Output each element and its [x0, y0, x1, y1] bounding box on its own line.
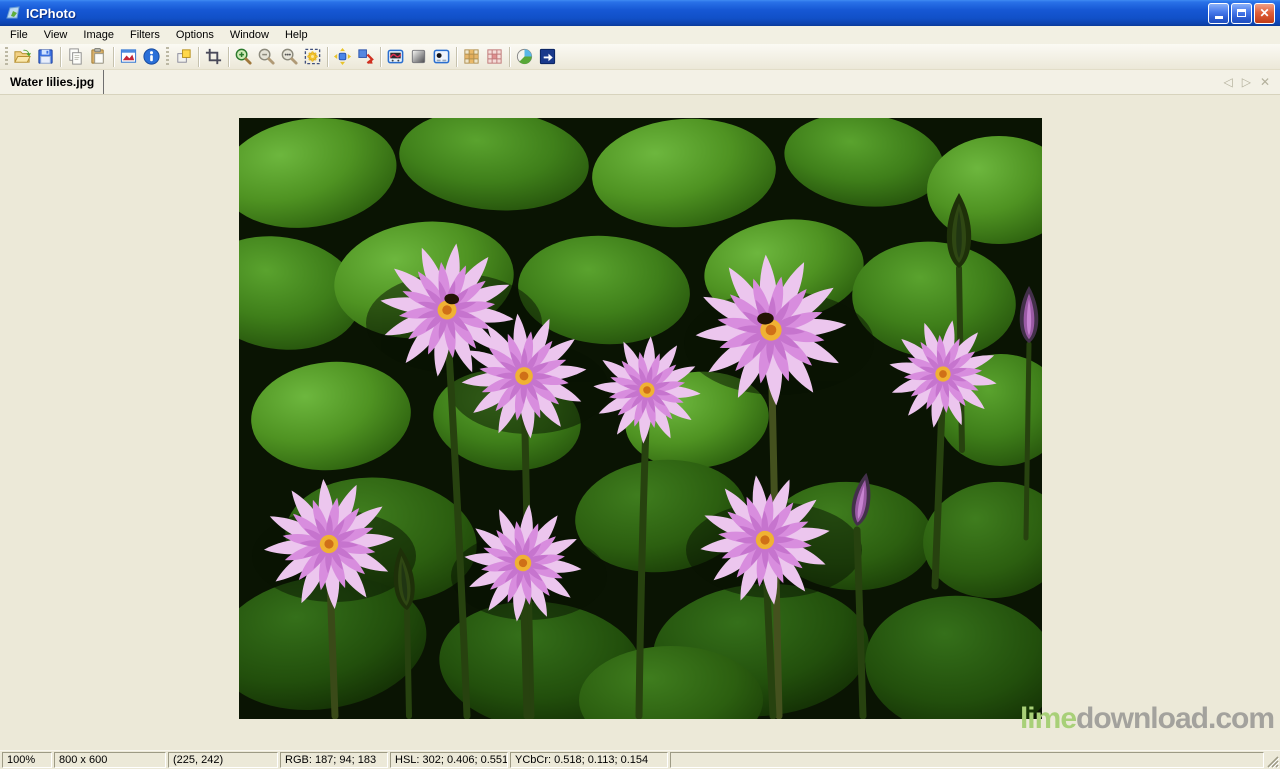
status-spacer — [670, 752, 1264, 768]
zoom-fit-icon — [303, 47, 322, 66]
curves-icon — [386, 47, 405, 66]
toolbar — [0, 44, 1280, 70]
zoom-in-button[interactable] — [232, 45, 255, 68]
grid-cool-icon — [485, 47, 504, 66]
watermark-suffix: download.com — [1076, 702, 1274, 735]
duplicate-button[interactable] — [172, 45, 195, 68]
toolbar-separator — [198, 47, 199, 67]
previous-tab-icon[interactable]: ◁ — [1223, 75, 1232, 89]
pan-button[interactable] — [331, 45, 354, 68]
toolbar-separator — [113, 47, 114, 67]
toolbar-separator — [60, 47, 61, 67]
toolbar-separator — [228, 47, 229, 67]
photo-canvas[interactable] — [239, 118, 1042, 719]
paste-icon — [89, 47, 108, 66]
open-button[interactable] — [11, 45, 34, 68]
menu-options[interactable]: Options — [168, 27, 222, 43]
menu-view[interactable]: View — [36, 27, 76, 43]
status-dimensions: 800 x 600 — [54, 752, 166, 768]
grid-cool-button[interactable] — [483, 45, 506, 68]
paste-button[interactable] — [87, 45, 110, 68]
grid-warm-icon — [462, 47, 481, 66]
open-icon — [13, 47, 32, 66]
status-zoom: 100% — [2, 752, 52, 768]
grid-warm-button[interactable] — [460, 45, 483, 68]
image-properties-button[interactable] — [117, 45, 140, 68]
curves-button[interactable] — [384, 45, 407, 68]
levels-icon — [432, 47, 451, 66]
zoom-out-button[interactable] — [255, 45, 278, 68]
tab-water-lilies[interactable]: Water lilies.jpg — [0, 70, 104, 94]
menu-filters[interactable]: Filters — [122, 27, 168, 43]
watermark: limedownload.com — [1020, 704, 1274, 734]
zoom-actual-button[interactable] — [278, 45, 301, 68]
color-wheel-icon — [515, 47, 534, 66]
crop-icon — [204, 47, 223, 66]
navigator-button[interactable] — [536, 45, 559, 68]
toolbar-gripper[interactable] — [166, 47, 169, 67]
toolbar-separator — [380, 47, 381, 67]
next-tab-icon[interactable]: ▷ — [1242, 75, 1251, 89]
save-icon — [36, 47, 55, 66]
zoom-fit-button[interactable] — [301, 45, 324, 68]
info-icon — [142, 47, 161, 66]
navigator-icon — [538, 47, 557, 66]
tab-navigation: ◁ ▷ ✕ — [1223, 70, 1280, 94]
tab-label: Water lilies.jpg — [10, 75, 94, 89]
toolbar-separator — [327, 47, 328, 67]
save-button[interactable] — [34, 45, 57, 68]
toolbar-separator — [509, 47, 510, 67]
close-button[interactable]: ✕ — [1254, 3, 1275, 24]
menu-bar: File View Image Filters Options Window H… — [0, 26, 1280, 44]
workspace: limedownload.com — [0, 95, 1280, 750]
crop-button[interactable] — [202, 45, 225, 68]
title-bar: ICPhoto ✕ — [0, 0, 1280, 26]
menu-window[interactable]: Window — [222, 27, 277, 43]
status-bar: 100% 800 x 600 (225, 242) RGB: 187; 94; … — [0, 750, 1280, 769]
copy-button[interactable] — [64, 45, 87, 68]
close-tab-icon[interactable]: ✕ — [1260, 75, 1270, 89]
zoom-actual-icon — [280, 47, 299, 66]
levels-button[interactable] — [430, 45, 453, 68]
copy-icon — [66, 47, 85, 66]
pan-icon — [333, 47, 352, 66]
toolbar-separator — [456, 47, 457, 67]
zoom-in-icon — [234, 47, 253, 66]
status-cursor-position: (225, 242) — [168, 752, 278, 768]
transform-button[interactable] — [354, 45, 377, 68]
maximize-button[interactable] — [1231, 3, 1252, 24]
menu-file[interactable]: File — [2, 27, 36, 43]
gradient-map-button[interactable] — [407, 45, 430, 68]
window-title: ICPhoto — [26, 6, 1206, 21]
status-rgb: RGB: 187; 94; 183 — [280, 752, 388, 768]
minimize-button[interactable] — [1208, 3, 1229, 24]
menu-image[interactable]: Image — [75, 27, 122, 43]
menu-help[interactable]: Help — [277, 27, 316, 43]
tab-bar: Water lilies.jpg ◁ ▷ ✕ — [0, 70, 1280, 95]
image-properties-icon — [119, 47, 138, 66]
zoom-out-icon — [257, 47, 276, 66]
gradient-map-icon — [409, 47, 428, 66]
status-hsl: HSL: 302; 0.406; 0.551 — [390, 752, 508, 768]
transform-icon — [356, 47, 375, 66]
status-ycbcr: YCbCr: 0.518; 0.113; 0.154 — [510, 752, 668, 768]
color-wheel-button[interactable] — [513, 45, 536, 68]
duplicate-icon — [174, 47, 193, 66]
info-button[interactable] — [140, 45, 163, 68]
app-icon[interactable] — [5, 5, 22, 22]
toolbar-gripper[interactable] — [5, 47, 8, 67]
resize-grip[interactable] — [1266, 755, 1279, 768]
